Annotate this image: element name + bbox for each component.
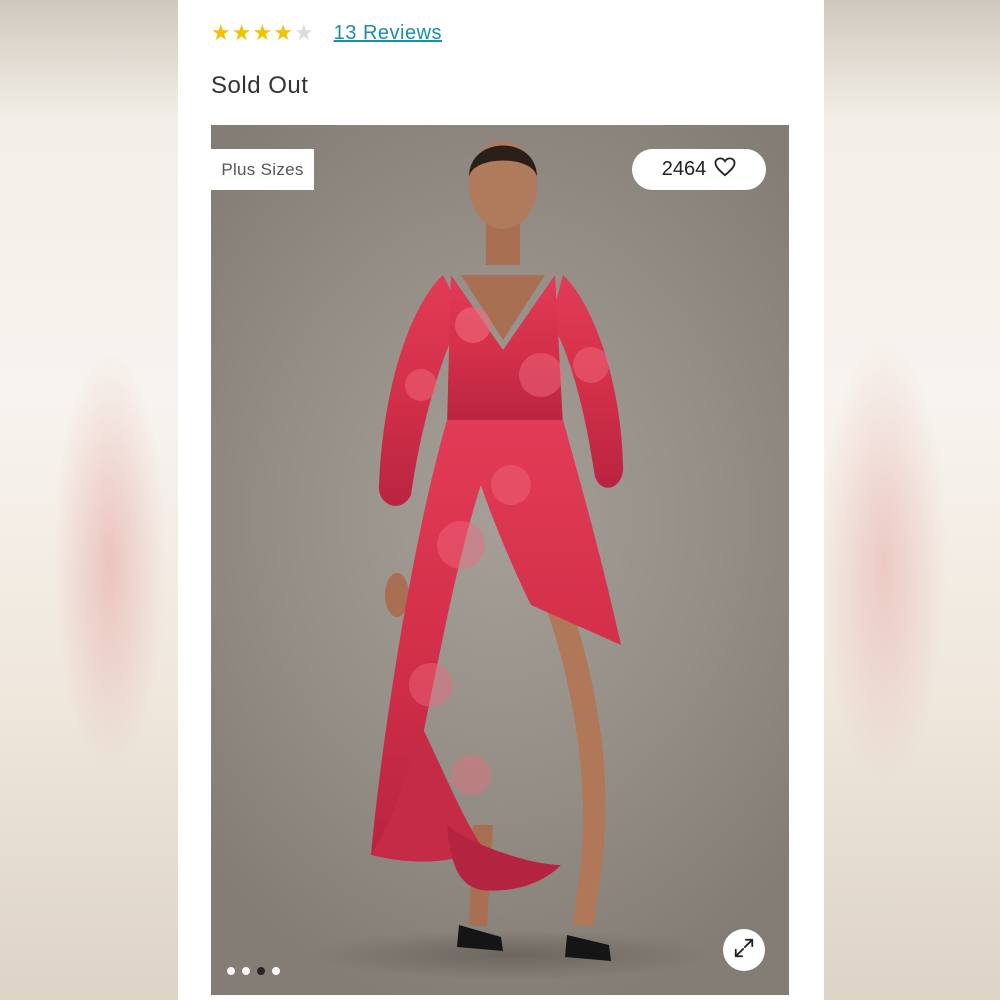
star-rating: ★ ★ ★ ★ ★ xyxy=(211,22,314,44)
expand-icon xyxy=(733,937,755,964)
carousel-dot[interactable] xyxy=(242,967,250,975)
star-icon: ★ xyxy=(252,20,273,45)
carousel-dot[interactable] xyxy=(227,967,235,975)
carousel-dot[interactable] xyxy=(257,967,265,975)
product-image[interactable]: Plus Sizes 2464 xyxy=(211,125,789,995)
plus-sizes-badge: Plus Sizes xyxy=(211,149,314,190)
reviews-link[interactable]: 13 Reviews xyxy=(334,22,442,45)
star-icon: ★ xyxy=(293,20,314,45)
background-blur-left xyxy=(0,0,178,1000)
model-photo xyxy=(311,141,711,980)
star-icon: ★ xyxy=(211,20,231,45)
star-icon: ★ xyxy=(273,20,293,45)
carousel-dot[interactable] xyxy=(272,967,280,975)
carousel-dots xyxy=(227,967,280,975)
product-panel: ★ ★ ★ ★ ★ 13 Reviews Sold Out Plus Sizes… xyxy=(178,0,824,1000)
star-icon: ★ xyxy=(231,20,252,45)
rating-row: ★ ★ ★ ★ ★ 13 Reviews xyxy=(211,18,442,48)
heart-icon xyxy=(714,156,736,183)
favorite-button[interactable]: 2464 xyxy=(632,149,766,190)
background-blur-right xyxy=(824,0,1000,1000)
stock-status: Sold Out xyxy=(211,72,309,99)
expand-image-button[interactable] xyxy=(723,929,765,971)
likes-count: 2464 xyxy=(661,158,707,180)
